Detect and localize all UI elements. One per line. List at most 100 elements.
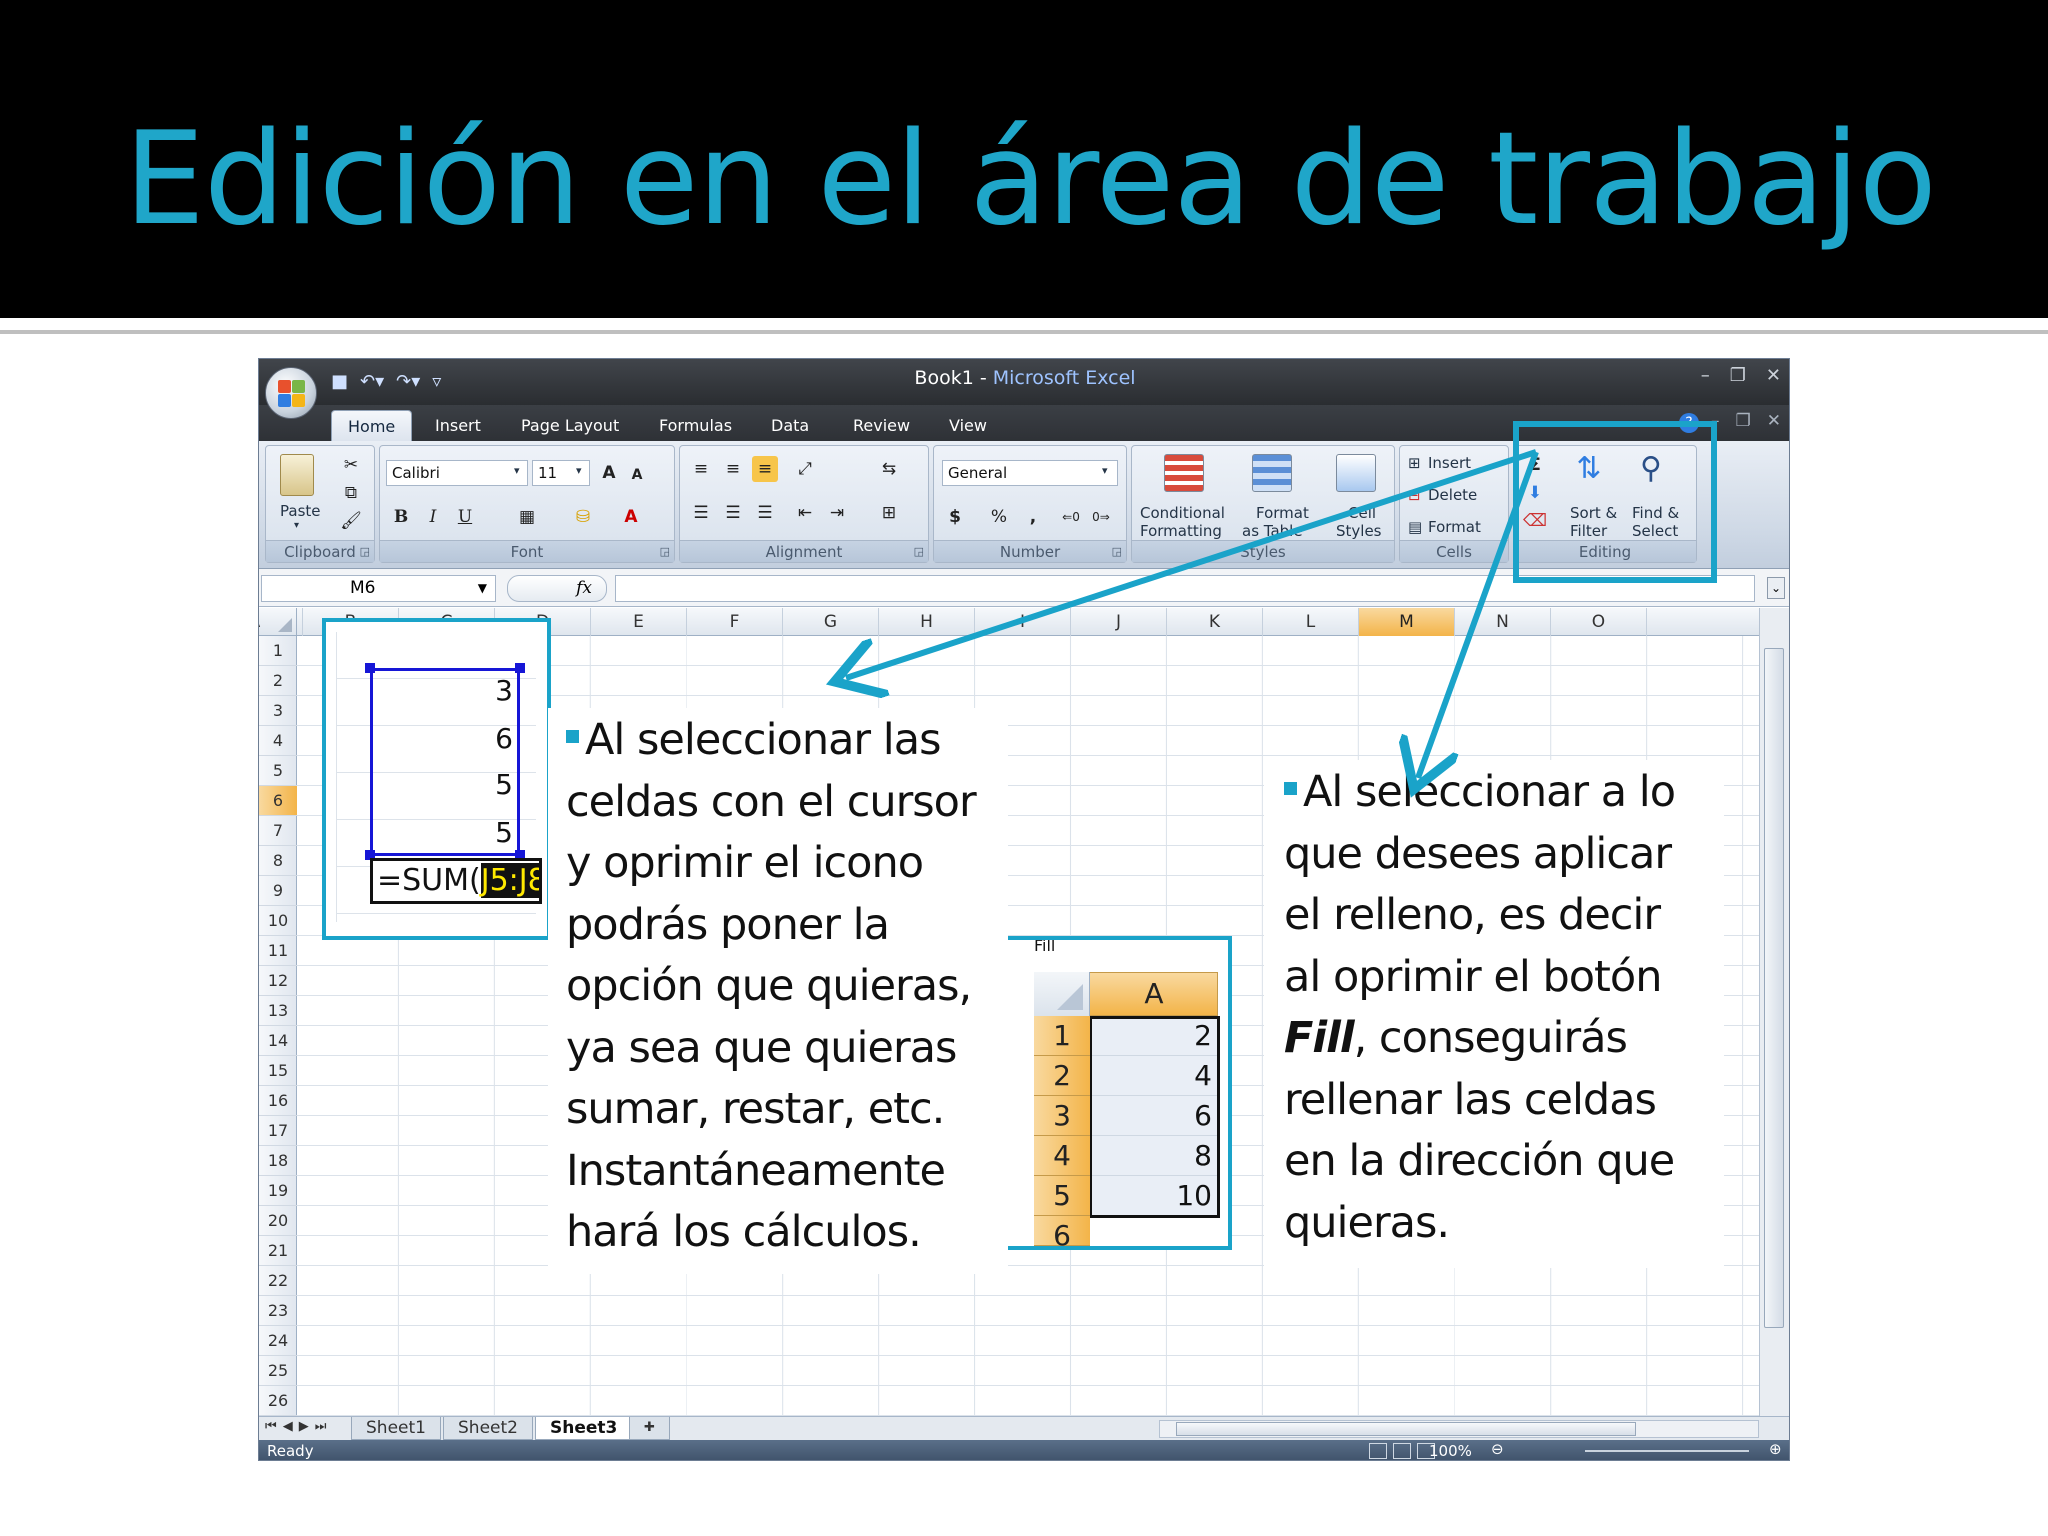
align-left-icon[interactable]: ☰: [688, 500, 714, 526]
orientation-icon[interactable]: ⤢: [792, 456, 818, 482]
shrink-font-button[interactable]: A: [624, 462, 650, 488]
vertical-scrollbar[interactable]: [1759, 608, 1789, 1416]
sheet-tab-sheet3[interactable]: Sheet3: [535, 1417, 633, 1440]
row-header-6[interactable]: 6: [259, 786, 297, 816]
fill-color-icon[interactable]: ⛁: [570, 504, 596, 530]
paste-dropdown-icon[interactable]: ▾: [294, 520, 299, 531]
paste-icon[interactable]: [280, 454, 314, 496]
row-header-10[interactable]: 10: [259, 906, 297, 936]
alignment-launcher-icon[interactable]: ◲: [914, 545, 924, 558]
increase-decimal-icon[interactable]: ⇐0: [1058, 504, 1084, 530]
minimize-icon[interactable]: –: [1701, 365, 1710, 386]
row-header-26[interactable]: 26: [259, 1386, 297, 1416]
percent-button[interactable]: %: [986, 504, 1012, 530]
cell-styles-label-2[interactable]: Styles: [1336, 522, 1382, 540]
conditional-formatting-label-2[interactable]: Formatting: [1140, 522, 1222, 540]
row-header-4[interactable]: 4: [259, 726, 297, 756]
row-header-12[interactable]: 12: [259, 966, 297, 996]
row-header-7[interactable]: 7: [259, 816, 297, 846]
insert-function-button[interactable]: fx: [507, 575, 607, 602]
number-launcher-icon[interactable]: ◲: [1112, 545, 1122, 558]
insert-cells-icon[interactable]: ⊞: [1408, 454, 1421, 472]
cell-styles-label-1[interactable]: Cell: [1348, 504, 1376, 522]
row-header-20[interactable]: 20: [259, 1206, 297, 1236]
workbook-restore-icon[interactable]: ❐: [1736, 411, 1751, 431]
align-right-icon[interactable]: ☰: [752, 500, 778, 526]
row-header-17[interactable]: 17: [259, 1116, 297, 1146]
align-bottom-icon[interactable]: ≡: [752, 456, 778, 482]
conditional-formatting-icon[interactable]: [1164, 454, 1204, 492]
row-header-9[interactable]: 9: [259, 876, 297, 906]
align-middle-icon[interactable]: ≡: [720, 456, 746, 482]
row-header-14[interactable]: 14: [259, 1026, 297, 1056]
font-name-select[interactable]: Calibri: [386, 460, 528, 486]
row-header-25[interactable]: 25: [259, 1356, 297, 1386]
clipboard-launcher-icon[interactable]: ◲: [360, 545, 370, 558]
tab-page-layout[interactable]: Page Layout: [505, 410, 635, 441]
column-header-i[interactable]: I: [975, 608, 1071, 636]
conditional-formatting-label-1[interactable]: Conditional: [1140, 504, 1225, 522]
paste-button[interactable]: Paste: [280, 502, 321, 520]
workbook-close-icon[interactable]: ✕: [1767, 411, 1781, 431]
font-size-dropdown-icon[interactable]: ▾: [576, 464, 582, 477]
format-cells-button[interactable]: Format: [1428, 518, 1481, 536]
column-header-j[interactable]: J: [1071, 608, 1167, 636]
row-header-16[interactable]: 16: [259, 1086, 297, 1116]
column-header-g[interactable]: G: [783, 608, 879, 636]
zoom-out-icon[interactable]: ⊖: [1491, 1440, 1504, 1458]
insert-sheet-icon[interactable]: ✚: [629, 1417, 670, 1440]
row-header-5[interactable]: 5: [259, 756, 297, 786]
column-header-o[interactable]: O: [1551, 608, 1647, 636]
wrap-text-icon[interactable]: ⇆: [876, 456, 902, 482]
column-header-f[interactable]: F: [687, 608, 783, 636]
office-button[interactable]: [265, 367, 317, 419]
column-header-a[interactable]: A: [259, 608, 303, 636]
row-header-1[interactable]: 1: [259, 636, 297, 666]
row-header-24[interactable]: 24: [259, 1326, 297, 1356]
name-box-dropdown-icon[interactable]: ▼: [478, 576, 487, 601]
format-as-table-label-2[interactable]: as Table: [1242, 522, 1303, 540]
horizontal-scroll-thumb[interactable]: [1176, 1422, 1636, 1436]
tab-review[interactable]: Review: [837, 410, 926, 441]
row-header-15[interactable]: 15: [259, 1056, 297, 1086]
cell-styles-icon[interactable]: [1336, 454, 1376, 492]
merge-center-icon[interactable]: ⊞: [876, 500, 902, 526]
zoom-level[interactable]: 100%: [1429, 1442, 1472, 1460]
column-header-h[interactable]: H: [879, 608, 975, 636]
normal-view-icon[interactable]: [1369, 1443, 1387, 1459]
delete-cells-button[interactable]: Delete: [1428, 486, 1477, 504]
font-launcher-icon[interactable]: ◲: [660, 545, 670, 558]
horizontal-scrollbar[interactable]: [1159, 1420, 1759, 1438]
font-name-dropdown-icon[interactable]: ▾: [514, 464, 520, 477]
number-format-dropdown-icon[interactable]: ▾: [1102, 464, 1108, 477]
row-header-18[interactable]: 18: [259, 1146, 297, 1176]
format-cells-icon[interactable]: ▤: [1408, 518, 1422, 536]
tab-view[interactable]: View: [933, 410, 1003, 441]
copy-icon[interactable]: ⧉: [338, 480, 364, 506]
comma-button[interactable]: ,: [1020, 504, 1046, 530]
cut-icon[interactable]: ✂: [338, 452, 364, 478]
row-header-2[interactable]: 2: [259, 666, 297, 696]
delete-cells-icon[interactable]: ⊟: [1408, 486, 1421, 504]
column-header-k[interactable]: K: [1167, 608, 1263, 636]
bold-button[interactable]: B: [388, 504, 414, 530]
zoom-slider[interactable]: [1585, 1450, 1749, 1452]
restore-icon[interactable]: ❐: [1730, 365, 1746, 386]
column-header-m[interactable]: M: [1359, 608, 1455, 636]
row-header-22[interactable]: 22: [259, 1266, 297, 1296]
format-as-table-label-1[interactable]: Format: [1256, 504, 1309, 522]
close-icon[interactable]: ✕: [1766, 365, 1781, 386]
sheet-navigation-icons[interactable]: ⏮◀▶⏭: [265, 1419, 332, 1434]
tab-home[interactable]: Home: [331, 410, 413, 441]
currency-button[interactable]: $: [942, 504, 968, 530]
tab-insert[interactable]: Insert: [419, 410, 497, 441]
row-header-3[interactable]: 3: [259, 696, 297, 726]
underline-button[interactable]: U: [452, 504, 478, 530]
font-color-button[interactable]: A: [618, 504, 644, 530]
name-box[interactable]: M6 ▼: [261, 575, 496, 602]
row-header-21[interactable]: 21: [259, 1236, 297, 1266]
borders-icon[interactable]: ▦: [514, 504, 540, 530]
align-center-icon[interactable]: ☰: [720, 500, 746, 526]
column-header-n[interactable]: N: [1455, 608, 1551, 636]
format-as-table-icon[interactable]: [1252, 454, 1292, 492]
